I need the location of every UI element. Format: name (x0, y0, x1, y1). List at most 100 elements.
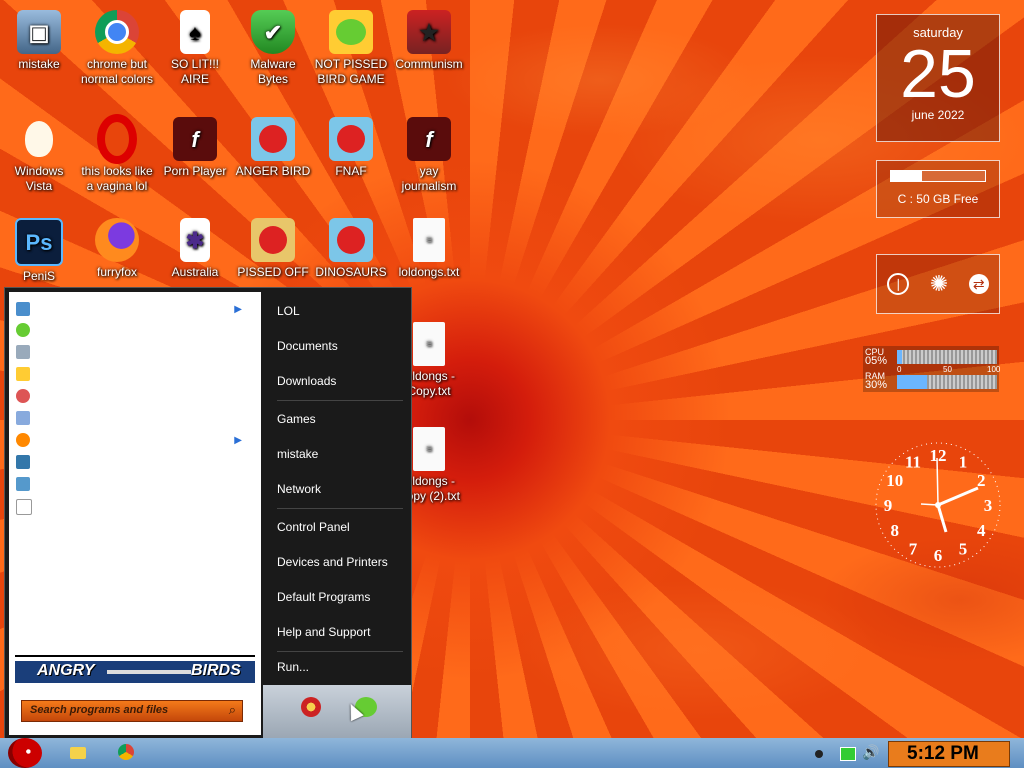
volume-icon[interactable]: 🔊 (862, 744, 879, 761)
desktop-icon-pissed-off[interactable]: PISSED OFF (235, 218, 311, 280)
cpu-value: 05% (865, 355, 888, 367)
program-item-firefox[interactable]: ▶ (16, 433, 250, 451)
start-button[interactable] (2, 730, 46, 768)
desktop-icon-bad-piggies[interactable]: NOT PISSED BIRD GAME (313, 10, 389, 87)
desktop-icon-porn-player[interactable]: f Porn Player (157, 117, 233, 179)
search-box[interactable]: Search programs and files ⌕ (21, 700, 243, 722)
program-item-10[interactable] (16, 499, 250, 517)
all-programs-separator (15, 655, 255, 657)
desktop-icon-chrome[interactable]: chrome but normal colors (79, 10, 155, 87)
desktop-icon-opera[interactable]: this looks like a vagina lol (79, 114, 155, 194)
desktop-icon-dinosaurs[interactable]: DINOSAURS (313, 218, 389, 280)
program-item-6[interactable] (16, 411, 250, 429)
start-item-run[interactable]: Run... (277, 660, 309, 674)
program-icon (16, 477, 30, 491)
desktop-icon-windows-vista[interactable]: Windows Vista (1, 117, 77, 194)
scale-high: 100 (987, 365, 1001, 374)
start-menu[interactable]: ▶ ▶ ANGRY BIRDS Search programs and file… (4, 287, 412, 740)
search-input[interactable]: Search programs and files (30, 704, 168, 716)
angry-bird-icon (329, 218, 373, 262)
clock-numeral: 4 (977, 521, 986, 540)
minute-hand (937, 486, 979, 507)
start-menu-programs-pane[interactable]: ▶ ▶ ANGRY BIRDS Search programs and file… (9, 292, 261, 735)
drive-gadget[interactable]: C : 50 GB Free (876, 160, 1000, 218)
clock-numeral: 12 (930, 446, 947, 465)
desktop-icon-communism[interactable]: ★ Communism (391, 10, 467, 72)
start-item-control-panel[interactable]: Control Panel (277, 520, 350, 534)
playing-card-icon: ♠ (180, 10, 210, 54)
switch-user-icon[interactable]: ⇄ (968, 274, 989, 294)
sleep-icon[interactable]: ✺ (930, 271, 948, 297)
start-item-lol[interactable]: LOL (277, 304, 300, 318)
desktop-icon-loldongs[interactable]: ≡ loldongs.txt (391, 218, 467, 280)
program-icon (16, 455, 30, 469)
search-icon[interactable]: ⌕ (229, 702, 236, 718)
angry-birds-banner: ANGRY BIRDS (15, 661, 255, 683)
drive-free-label: C : 50 GB Free (897, 192, 979, 206)
calendar-day: 25 (900, 36, 976, 112)
taskbar: 🔊 5:12 PM (0, 738, 1024, 768)
scale-mid: 50 (943, 365, 952, 374)
clock-numeral: 5 (959, 539, 968, 558)
program-item-8[interactable] (16, 455, 250, 473)
clock-numeral: 3 (984, 496, 993, 515)
taskbar-chrome-button[interactable] (118, 744, 136, 762)
desktop-icon-fnaf[interactable]: FNAF (313, 117, 389, 179)
clock-display[interactable]: 5:12 PM (888, 741, 1010, 767)
shutdown-bird-icon[interactable] (301, 697, 321, 717)
start-item-devices-and-printers[interactable]: Devices and Printers (277, 555, 388, 569)
clock-numeral: 2 (977, 471, 986, 490)
menu-separator (277, 651, 403, 652)
submenu-arrow-icon: ▶ (234, 435, 242, 446)
egg-icon (17, 117, 61, 161)
folder-icon (70, 747, 86, 759)
start-item-network[interactable]: Network (277, 482, 321, 496)
desktop-icon-australia[interactable]: ✱ Australia (157, 218, 233, 280)
text-file-icon: ≡ (413, 218, 445, 262)
start-item-default-programs[interactable]: Default Programs (277, 590, 370, 604)
shield-icon: ✔ (251, 10, 295, 54)
start-item-downloads[interactable]: Downloads (277, 374, 336, 388)
calculator-icon (16, 345, 30, 359)
program-item-5[interactable] (16, 389, 250, 407)
start-item-games[interactable]: Games (277, 412, 316, 426)
start-item-documents[interactable]: Documents (277, 339, 338, 353)
taskbar-explorer-button[interactable] (70, 744, 90, 762)
angry-birds-seasons-icon (251, 218, 295, 262)
program-item-9[interactable] (16, 477, 250, 495)
program-item-4[interactable] (16, 367, 250, 385)
desktop-icon-photoshop[interactable]: Ps PeniS (1, 218, 77, 284)
desktop-icon-yay-journalism[interactable]: f yay journalism (391, 117, 467, 194)
program-item-2[interactable] (16, 323, 250, 341)
cpu-ram-meter: CPU 05% 0 50 100 RAM 30% (863, 346, 1001, 392)
drive-usage-bar (890, 170, 986, 182)
flash-icon: f (407, 117, 451, 161)
program-item-1[interactable]: ▶ (16, 302, 250, 320)
start-menu-power-area (263, 685, 411, 739)
start-item-help-and-support[interactable]: Help and Support (277, 625, 370, 639)
program-item-3[interactable] (16, 345, 250, 363)
firefox-icon (16, 433, 30, 447)
program-icon (16, 302, 30, 316)
program-icon (16, 323, 30, 337)
computer-icon: ▣ (17, 10, 61, 54)
flag-icon: ★ (407, 10, 451, 54)
desktop-icon-solitaire[interactable]: ♠ SO LIT!!! AIRE (157, 10, 233, 87)
clock-numeral: 7 (909, 539, 918, 558)
desktop-icon-firefox[interactable]: furryfox (79, 218, 155, 280)
battery-icon[interactable] (840, 747, 856, 761)
desktop-icon-malwarebytes[interactable]: ✔ Malware Bytes (235, 10, 311, 87)
power-gadget[interactable]: ❘ ✺ ⇄ (876, 254, 1000, 314)
hour-hand (936, 504, 948, 533)
calendar-gadget[interactable]: saturday 25 june 2022 (876, 14, 1000, 142)
clock-numeral: 11 (905, 453, 921, 472)
photoshop-icon: Ps (15, 218, 63, 266)
text-file-icon: ≡ (413, 427, 445, 471)
power-icon[interactable]: ❘ (887, 273, 910, 295)
desktop-icon-anger-bird[interactable]: ANGER BIRD (235, 117, 311, 179)
desktop-icon-mistake[interactable]: ▣ mistake (1, 10, 77, 72)
red-bird-icon (8, 738, 42, 768)
submenu-arrow-icon: ▶ (234, 304, 242, 315)
tray-dot-icon[interactable] (815, 750, 823, 758)
start-item-mistake[interactable]: mistake (277, 447, 318, 461)
